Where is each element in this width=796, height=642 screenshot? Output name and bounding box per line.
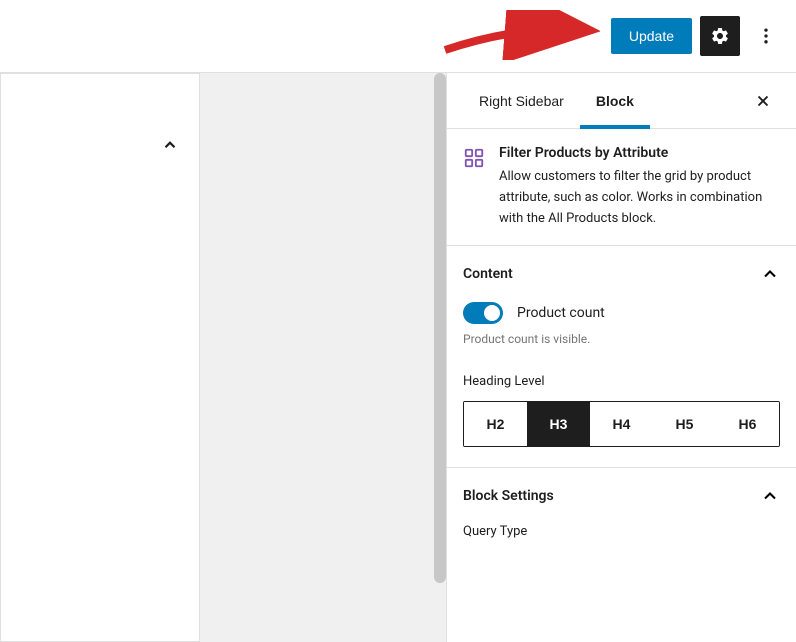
- close-icon: [754, 92, 772, 110]
- heading-h4-button[interactable]: H4: [590, 402, 653, 446]
- heading-h2-button[interactable]: H2: [464, 402, 527, 446]
- panel-content-title: Content: [463, 266, 513, 282]
- heading-h3-button[interactable]: H3: [527, 402, 590, 446]
- block-description: Allow customers to filter the grid by pr…: [499, 167, 780, 229]
- chevron-up-icon: [760, 486, 780, 506]
- block-info: Filter Products by Attribute Allow custo…: [447, 129, 796, 245]
- update-button[interactable]: Update: [611, 18, 692, 54]
- block-sidebar: Right Sidebar Block Filter Products by A…: [446, 73, 796, 642]
- chevron-up-icon: [161, 136, 179, 154]
- product-count-hint: Product count is visible.: [463, 332, 780, 346]
- filter-attribute-icon: [463, 147, 485, 229]
- editor-canvas[interactable]: [0, 73, 446, 642]
- query-type-label: Query Type: [447, 524, 796, 539]
- heading-h5-button[interactable]: H5: [653, 402, 716, 446]
- more-vertical-icon: [756, 26, 776, 46]
- close-sidebar-button[interactable]: [746, 84, 780, 118]
- panel-block-settings: Block Settings Query Type: [447, 467, 796, 539]
- gear-icon: [710, 26, 730, 46]
- heading-level-group: H2 H3 H4 H5 H6: [463, 401, 780, 447]
- sidebar-tabs: Right Sidebar Block: [447, 73, 796, 129]
- toggle-knob: [484, 305, 500, 321]
- tab-right-sidebar[interactable]: Right Sidebar: [463, 73, 580, 128]
- heading-level-label: Heading Level: [463, 374, 780, 389]
- block-title: Filter Products by Attribute: [499, 145, 780, 161]
- canvas-block[interactable]: [0, 73, 200, 642]
- product-count-toggle[interactable]: [463, 302, 503, 324]
- panel-content-header[interactable]: Content: [447, 246, 796, 302]
- settings-button[interactable]: [700, 16, 740, 56]
- product-count-label: Product count: [517, 305, 605, 321]
- heading-h6-button[interactable]: H6: [716, 402, 779, 446]
- panel-block-settings-header[interactable]: Block Settings: [447, 468, 796, 524]
- panel-content: Content Product count Product count is v…: [447, 245, 796, 467]
- canvas-scrollbar[interactable]: [434, 73, 446, 583]
- chevron-up-icon: [760, 264, 780, 284]
- tab-block[interactable]: Block: [580, 73, 650, 128]
- more-options-button[interactable]: [748, 16, 784, 56]
- panel-block-settings-title: Block Settings: [463, 488, 554, 504]
